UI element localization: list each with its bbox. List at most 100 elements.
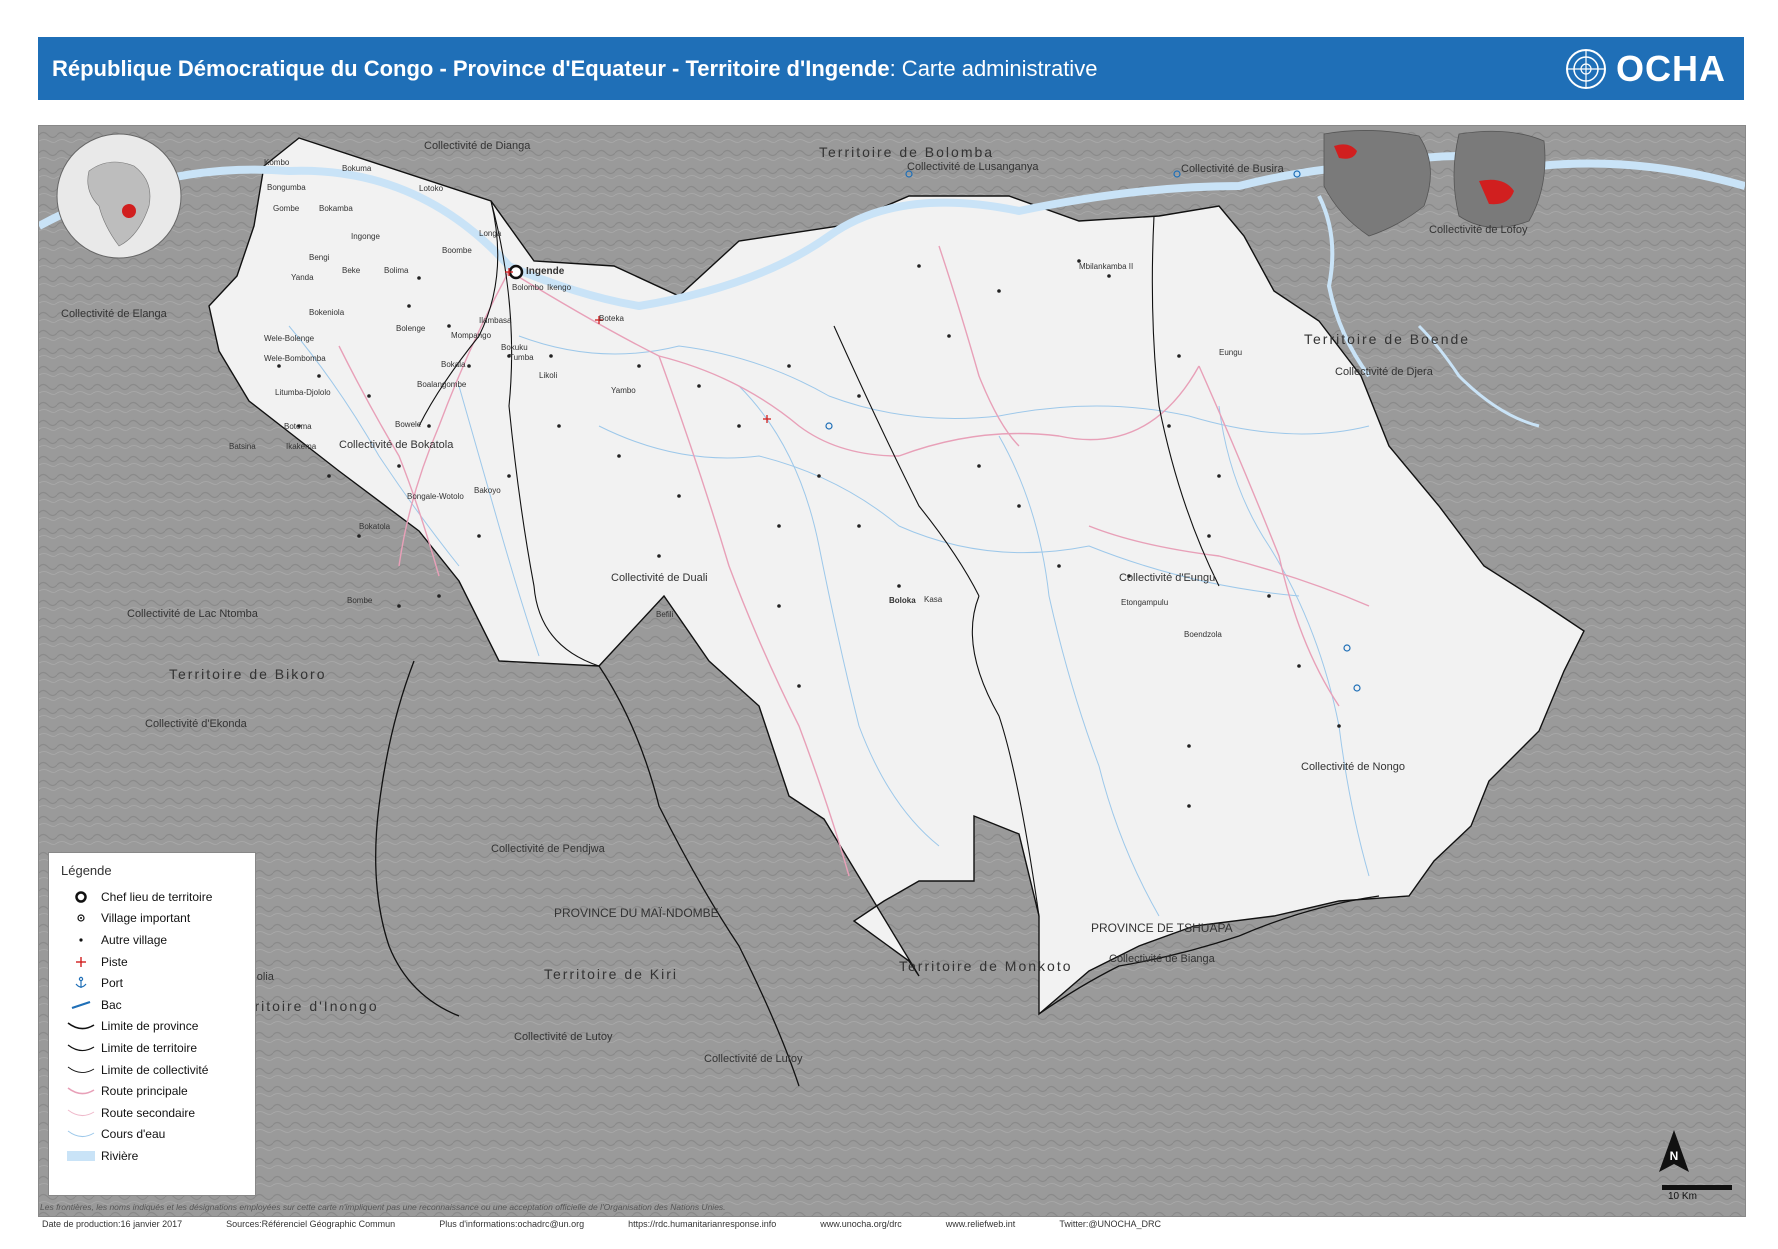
legend-label: Route secondaire [101,1105,196,1120]
village-label: Boombe [442,246,472,255]
ocha-logo-text: OCHA [1616,47,1726,89]
legend-title: Légende [61,863,112,878]
village-label: Boteka [599,314,624,323]
village-dot-icon [79,938,83,942]
village-label: Ikakema [286,442,317,451]
village-label: Bongale-Wotolo [407,492,464,501]
village-label: Boalangombe [417,380,467,389]
village-label: Bolombo [512,283,544,292]
village-label: Bolenge [396,324,426,333]
legend-label: Bac [101,997,122,1012]
footer-link-humanitarianresponse[interactable]: https://rdc.humanitarianresponse.info [628,1219,776,1229]
label-coll-lofoy: Collectivité de Lofoy [1429,224,1528,236]
village-label: Bowele [395,420,422,429]
label-coll-nongo: Collectivité de Nongo [1301,761,1405,773]
map-title: République Démocratique du Congo - Provi… [52,56,1097,82]
legend-label: Chef lieu de territoire [101,889,213,904]
label-coll-lac-ntomba: Collectivité de Lac Ntomba [127,608,258,620]
ferry-icon [71,1000,91,1009]
footer-link-reliefweb[interactable]: www.reliefweb.int [946,1219,1016,1229]
legend-item: Autre village [61,929,243,951]
village-label: Bengi [309,253,330,262]
village-label: Eungu [1219,348,1243,357]
village-label: Tumba [509,353,534,362]
footer-link-unocha[interactable]: www.unocha.org/drc [820,1219,902,1229]
label-coll-lutoy-2: Collectivité de Lutoy [704,1053,803,1065]
territory-capital-icon [75,891,87,903]
village-label: Bakoyo [474,486,501,495]
legend-item: Piste [61,951,243,973]
village-label: Longa [479,229,502,238]
map-legend: Légende Chef lieu de territoire Village … [48,852,256,1196]
province-boundary-icon [67,1022,95,1030]
village-label: Kasa [924,595,943,604]
label-coll-bianga: Collectivité de Bianga [1109,953,1215,965]
disclaimer-text: Les frontières, les noms indiqués et les… [40,1202,726,1212]
footer-date: Date de production:16 janvier 2017 [42,1219,183,1229]
label-coll-lusanganya: Collectivité de Lusanganya [907,161,1039,173]
village-label: Ilambasa [479,316,512,325]
label-coll-lutoy: Collectivité de Lutoy [514,1031,613,1043]
legend-label: Limite de territoire [101,1040,198,1055]
village-label: Batsina [229,442,256,451]
legend-label: Village important [101,911,191,926]
legend-item: Village important [61,908,243,930]
village-label: Boendzola [1184,630,1222,639]
legend-label: Route principale [101,1084,188,1099]
header-banner: République Démocratique du Congo - Provi… [38,37,1744,100]
secondary-road-icon [67,1109,95,1116]
label-ingende: Ingende [526,266,565,277]
label-province-tshuapa: PROVINCE DE TSHUAPA [1091,921,1233,935]
inset-globe [56,133,182,259]
village-label: Kombo [264,158,290,167]
legend-label: Limite de collectivité [101,1062,209,1077]
legend-label: Autre village [101,932,168,947]
legend-item: Limite de province [61,1016,243,1038]
village-label: Befili [656,610,674,619]
legend-label: Cours d'eau [101,1127,166,1142]
label-territoire-bolomba: Territoire de Bolomba [819,144,995,160]
map-title-light: : Carte administrative [889,55,1098,81]
village-label: Bokuku [501,343,528,352]
label-territoire-bikoro: Territoire de Bikoro [169,666,327,682]
village-label: Mompango [451,331,492,340]
territory-boundary-icon [67,1044,95,1052]
village-label: Litumba-Djololo [275,388,331,397]
north-label: N [1670,1149,1679,1163]
village-label: Bokuma [342,164,372,173]
legend-item: Rivière [61,1145,243,1167]
village-label: Bongumba [267,183,306,192]
label-coll-dianga: Collectivité de Dianga [424,140,531,152]
label-territoire-monkoto: Territoire de Monkoto [899,958,1073,974]
village-label: Ikengo [547,283,572,292]
anchor-icon [75,976,87,989]
village-label: Wele-Bolenge [264,334,315,343]
footer-sources: Sources:Référenciel Géographic Commun [226,1219,396,1229]
river-icon [67,1150,95,1161]
legend-item: Cours d'eau [61,1124,243,1146]
legend-item: Chef lieu de territoire [61,886,243,908]
village-label: Yanda [291,273,314,282]
label-coll-pendjwa: Collectivité de Pendjwa [491,843,605,855]
legend-label: Piste [101,954,128,969]
village-label: Beke [342,266,361,275]
village-label: Ingonge [351,232,380,241]
label-coll-djera: Collectivité de Djera [1335,366,1433,378]
important-village-icon [77,914,85,922]
village-label: Wele-Bombomba [264,354,326,363]
village-label: Lotoko [419,184,444,193]
label-coll-eungu: Collectivité d'Eungu [1119,572,1216,584]
un-emblem-icon [1566,48,1606,89]
label-coll-elanga: Collectivité de Elanga [61,308,167,320]
village-label: Etongampulu [1121,598,1169,607]
label-territoire-kiri: Territoire de Kiri [544,966,679,982]
legend-item: Route principale [61,1080,243,1102]
legend-label: Limite de province [101,1019,199,1034]
ocha-logo: OCHA [1564,47,1726,91]
legend-item: Limite de collectivité [61,1059,243,1081]
legend-label: Port [101,976,124,991]
footer-twitter[interactable]: Twitter:@UNOCHA_DRC [1059,1219,1161,1229]
map-title-bold: République Démocratique du Congo - Provi… [52,55,890,81]
village-label: Bolima [384,266,409,275]
legend-item: Bac [61,994,243,1016]
